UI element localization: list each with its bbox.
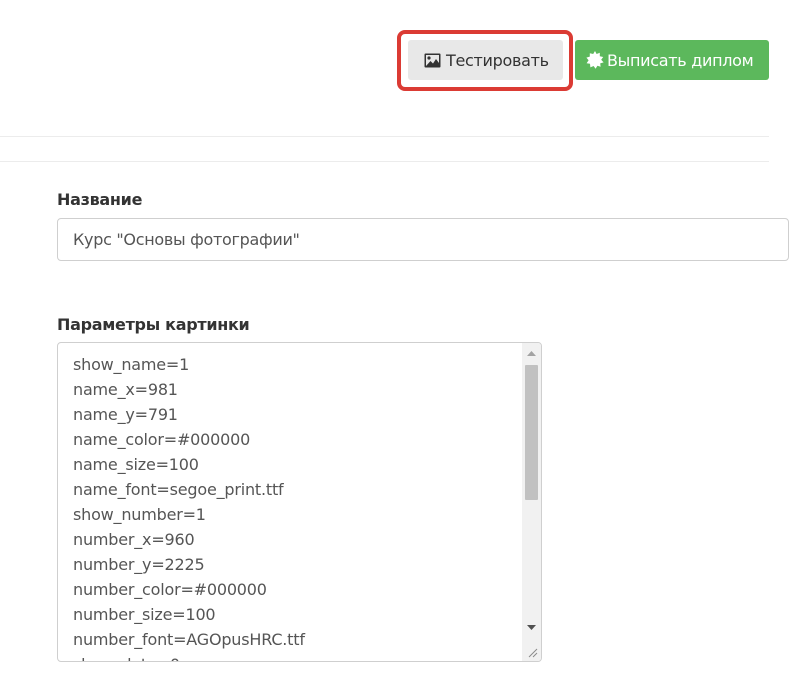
image-params-lines: show_name=1 name_x=981 name_y=791 name_colo… bbox=[73, 352, 305, 661]
name-field[interactable] bbox=[57, 218, 789, 261]
param-line: number_color=#000000 bbox=[73, 580, 267, 599]
image-params-textarea[interactable]: show_name=1 name_x=981 name_y=791 name_colo… bbox=[57, 342, 542, 662]
param-line: number_font=AGOpusHRC.ttf bbox=[73, 630, 305, 649]
scrollbar-thumb[interactable] bbox=[525, 365, 538, 500]
divider bbox=[0, 136, 769, 137]
param-line: show_date=0 bbox=[73, 652, 305, 661]
scrollbar[interactable] bbox=[522, 343, 541, 661]
scroll-down-arrow-icon[interactable] bbox=[522, 619, 541, 636]
resize-grip-icon[interactable] bbox=[523, 643, 540, 660]
param-line: number_y=2225 bbox=[73, 555, 205, 574]
param-line: number_x=960 bbox=[73, 530, 195, 549]
param-line: show_name=1 bbox=[73, 355, 190, 374]
param-line: name_x=981 bbox=[73, 380, 178, 399]
scroll-up-arrow-icon[interactable] bbox=[522, 345, 541, 362]
param-line: name_size=100 bbox=[73, 455, 199, 474]
divider bbox=[0, 161, 769, 162]
certificate-icon bbox=[586, 51, 604, 69]
issue-diploma-button[interactable]: Выписать диплом bbox=[575, 40, 769, 80]
param-line: name_font=segoe_print.ttf bbox=[73, 480, 284, 499]
name-label: Название bbox=[57, 190, 143, 209]
param-line: show_number=1 bbox=[73, 505, 206, 524]
param-line: name_color=#000000 bbox=[73, 430, 251, 449]
image-params-label: Параметры картинки bbox=[57, 315, 250, 334]
issue-diploma-label: Выписать диплом bbox=[607, 50, 754, 70]
highlight-frame bbox=[397, 30, 573, 91]
param-line: name_y=791 bbox=[73, 405, 178, 424]
toolbar: Тестировать Выписать диплом bbox=[0, 0, 801, 130]
param-line: number_size=100 bbox=[73, 605, 216, 624]
